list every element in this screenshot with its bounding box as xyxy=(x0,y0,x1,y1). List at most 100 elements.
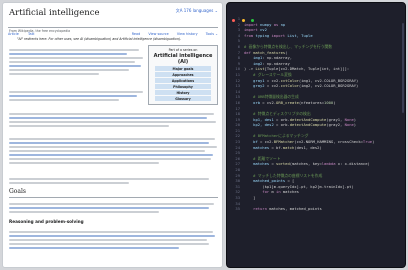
code-line: 13 gray2 = cv2.cvtColor(img2, cv2.COLOR_… xyxy=(230,83,374,89)
code-token: = orb. xyxy=(273,116,290,122)
line-number: 35 xyxy=(235,206,240,212)
infobox-series-label: Part of a series on xyxy=(168,48,198,52)
code-token: = cv2. xyxy=(264,77,281,83)
tab-tools[interactable]: Tools ⌄ xyxy=(206,32,218,36)
code-token: (gray1, xyxy=(326,116,345,122)
code-token: ) xyxy=(353,116,357,122)
code-token: ( xyxy=(285,49,288,55)
code-token: kp1, des1 xyxy=(253,116,274,122)
code-token: img1 xyxy=(253,55,263,61)
history-paragraph xyxy=(9,111,218,129)
wikipedia-window: Artificial intelligence 文A 176 languages… xyxy=(2,2,223,268)
code-token: # BFMatcherによるマッチング xyxy=(253,133,309,139)
code-token: sorted xyxy=(276,161,290,167)
code-token: # 距離でソート xyxy=(253,155,281,161)
uses-paragraph xyxy=(9,89,145,103)
code-token: numpy xyxy=(260,21,274,27)
reasoning-paragraph xyxy=(9,229,218,251)
tab-read[interactable]: Read xyxy=(132,32,141,36)
code-token: (gray2, xyxy=(326,122,345,128)
code-token: = cv2. xyxy=(264,83,281,89)
code-token: return xyxy=(253,206,270,212)
code-token: [Tuple[cv2.DMatch, Tuple[int, int]]]: xyxy=(264,66,350,72)
code-token: (cv2.NORM_HAMMING, crossCheck= xyxy=(294,139,363,145)
code-token: # 画像から特徴点を検出し、マッチングを行う関数 xyxy=(244,43,333,49)
infobox-row-major-goals[interactable]: Major goals xyxy=(155,66,211,72)
code-token: List xyxy=(255,66,265,72)
code-token: (img2, cv2.COLOR_BGR2GRAY) xyxy=(298,83,359,89)
code-token: lambda xyxy=(321,161,338,167)
code-token: (des1, des2) xyxy=(294,144,322,150)
section-heading-reasoning: Reasoning and problem-solving xyxy=(9,219,84,224)
code-token: kp2, des2 xyxy=(253,122,274,128)
code-token: None xyxy=(344,116,354,122)
hatnote: "AI" redirects here. For other uses, see… xyxy=(17,37,182,41)
section-heading-goals: Goals xyxy=(9,188,26,195)
code-token: import xyxy=(244,27,261,33)
infobox-row-approaches[interactable]: Approaches xyxy=(155,71,211,78)
code-token: cvtColor xyxy=(280,83,299,89)
code-token: cv2 xyxy=(260,27,267,33)
funding-paragraph xyxy=(9,136,218,166)
code-token: = bf. xyxy=(269,144,283,150)
code-token: ) xyxy=(353,122,357,128)
code-token: True xyxy=(362,139,373,145)
code-token: matched_points xyxy=(253,178,286,184)
code-token: = xyxy=(269,161,277,167)
code-token: match xyxy=(282,144,295,150)
code-editor-window: 1 2 import numpy as np 3 import cv2 4 from typ… xyxy=(226,2,406,268)
code-token: ORB_create xyxy=(276,99,299,105)
infobox-row-history[interactable]: History xyxy=(155,89,211,96)
infobox-row-philosophy[interactable]: Philosophy xyxy=(155,83,211,90)
code-token: matches, matched_points xyxy=(269,206,322,212)
code-token: (kp1[m.queryIdx].pt, kp2[m.trainIdx].pt) xyxy=(244,183,354,189)
tab-view-history[interactable]: View history xyxy=(177,32,198,36)
code-token: matches xyxy=(253,161,270,167)
code-token: matches xyxy=(282,189,299,195)
code-token: None xyxy=(344,122,354,128)
heading-rule xyxy=(9,197,218,198)
code-token: gray1 xyxy=(253,77,265,83)
page-tabs: Article Talk Read View source View histo… xyxy=(8,20,218,36)
infobox-row-applications[interactable]: Applications xyxy=(155,77,211,84)
intro-paragraph xyxy=(9,47,145,77)
code-token: import xyxy=(244,21,261,27)
code-token: # グレースケール変換 xyxy=(253,71,292,77)
code-token: gray2 xyxy=(253,83,265,89)
code-token: ) xyxy=(333,99,336,105)
code-token: List, Tuple xyxy=(287,32,313,38)
infobox-title: Artificial intelligence (AI) xyxy=(153,53,213,65)
page-title: Artificial intelligence xyxy=(9,8,100,18)
code-area[interactable]: 1 2 import numpy as np 3 import cv2 4 from typ… xyxy=(230,16,374,212)
code-token: orb xyxy=(253,99,261,105)
goals-paragraph xyxy=(9,201,218,215)
code-token: in xyxy=(276,189,283,195)
code-token: = cv2. xyxy=(260,99,277,105)
editor-scrollbar[interactable] xyxy=(402,23,404,113)
languages-button[interactable]: 文A 176 languages ⌄ xyxy=(176,8,218,14)
tab-view-source[interactable]: View source xyxy=(148,32,168,36)
code-token: as xyxy=(273,21,281,27)
fields-paragraph xyxy=(9,176,218,186)
code-token: import xyxy=(271,32,288,38)
code-token: BFMatcher xyxy=(273,139,295,145)
code-token: = orb. xyxy=(273,122,290,128)
code-token: typing xyxy=(255,32,272,38)
code-token: cvtColor xyxy=(280,77,299,83)
code-token: ] xyxy=(244,195,256,200)
infobox-row-glossary[interactable]: Glossary xyxy=(155,95,211,102)
